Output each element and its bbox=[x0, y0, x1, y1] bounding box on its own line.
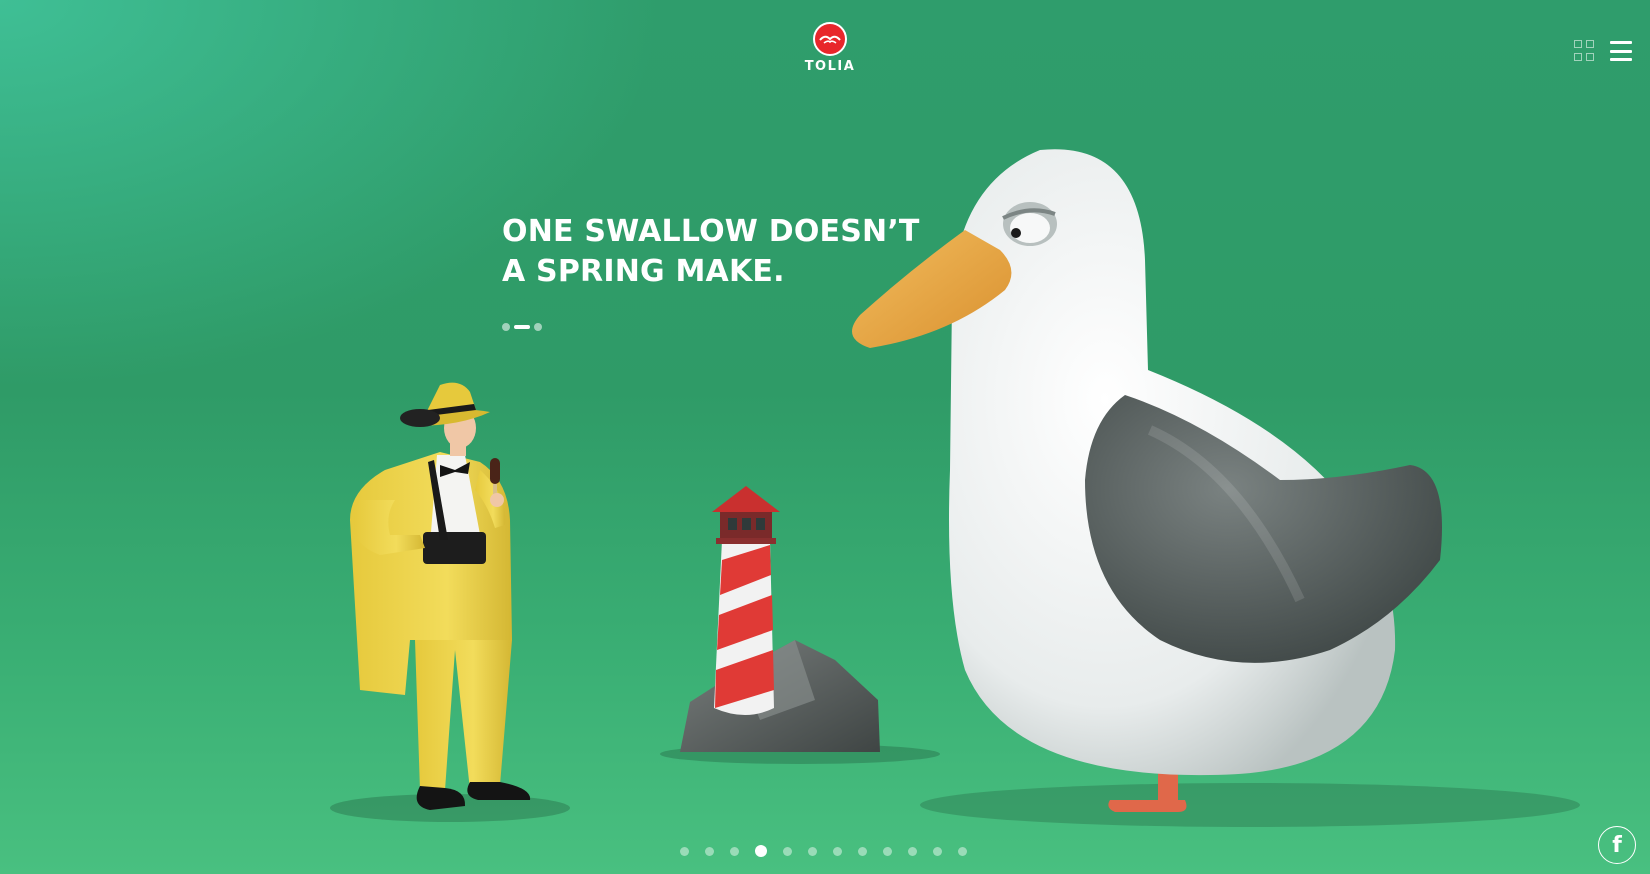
header-actions bbox=[1574, 40, 1632, 62]
brand-name: TOLIA bbox=[804, 59, 856, 74]
text-slide-active[interactable] bbox=[514, 325, 530, 329]
hero-illustration bbox=[330, 149, 1580, 827]
pagination-dot-11[interactable] bbox=[933, 846, 942, 856]
man-in-yellow-suit bbox=[350, 382, 531, 810]
menu-icon[interactable] bbox=[1610, 41, 1632, 61]
text-slide-dot[interactable] bbox=[534, 323, 542, 331]
facebook-icon[interactable]: f bbox=[1598, 826, 1636, 864]
text-slide-indicator bbox=[502, 323, 542, 331]
pagination-dot-3[interactable] bbox=[730, 846, 739, 856]
lighthouse bbox=[680, 486, 880, 752]
pagination-dot-10[interactable] bbox=[908, 846, 917, 856]
pagination-dot-5[interactable] bbox=[783, 846, 792, 856]
brand-logo[interactable]: TOLIA bbox=[800, 22, 860, 82]
pagination-dot-8[interactable] bbox=[858, 846, 867, 856]
text-slide-dot[interactable] bbox=[502, 323, 510, 331]
pagination-dot-1[interactable] bbox=[680, 846, 689, 856]
grid-view-icon[interactable] bbox=[1574, 40, 1596, 62]
facebook-label: f bbox=[1612, 832, 1622, 858]
hero-headline-line-2: A SPRING MAKE. bbox=[502, 254, 785, 289]
pagination-dot-7[interactable] bbox=[833, 846, 842, 856]
pagination-dot-12[interactable] bbox=[958, 846, 967, 856]
pagination-dot-6[interactable] bbox=[808, 846, 817, 856]
hero-headline: ONE SWALLOW DOESN’T A SPRING MAKE. bbox=[502, 212, 922, 292]
pagination-dot-9[interactable] bbox=[883, 846, 892, 856]
seagull-logo-icon bbox=[813, 22, 847, 56]
seagull bbox=[852, 149, 1442, 812]
hero-stage: TOLIA ONE SWALLOW DOESN’T A SPRING MAKE. bbox=[0, 0, 1650, 874]
slide-pagination bbox=[680, 845, 967, 857]
pagination-dot-4-active[interactable] bbox=[755, 845, 767, 857]
pagination-dot-2[interactable] bbox=[705, 846, 714, 856]
hero-headline-line-1: ONE SWALLOW DOESN’T bbox=[502, 214, 920, 249]
